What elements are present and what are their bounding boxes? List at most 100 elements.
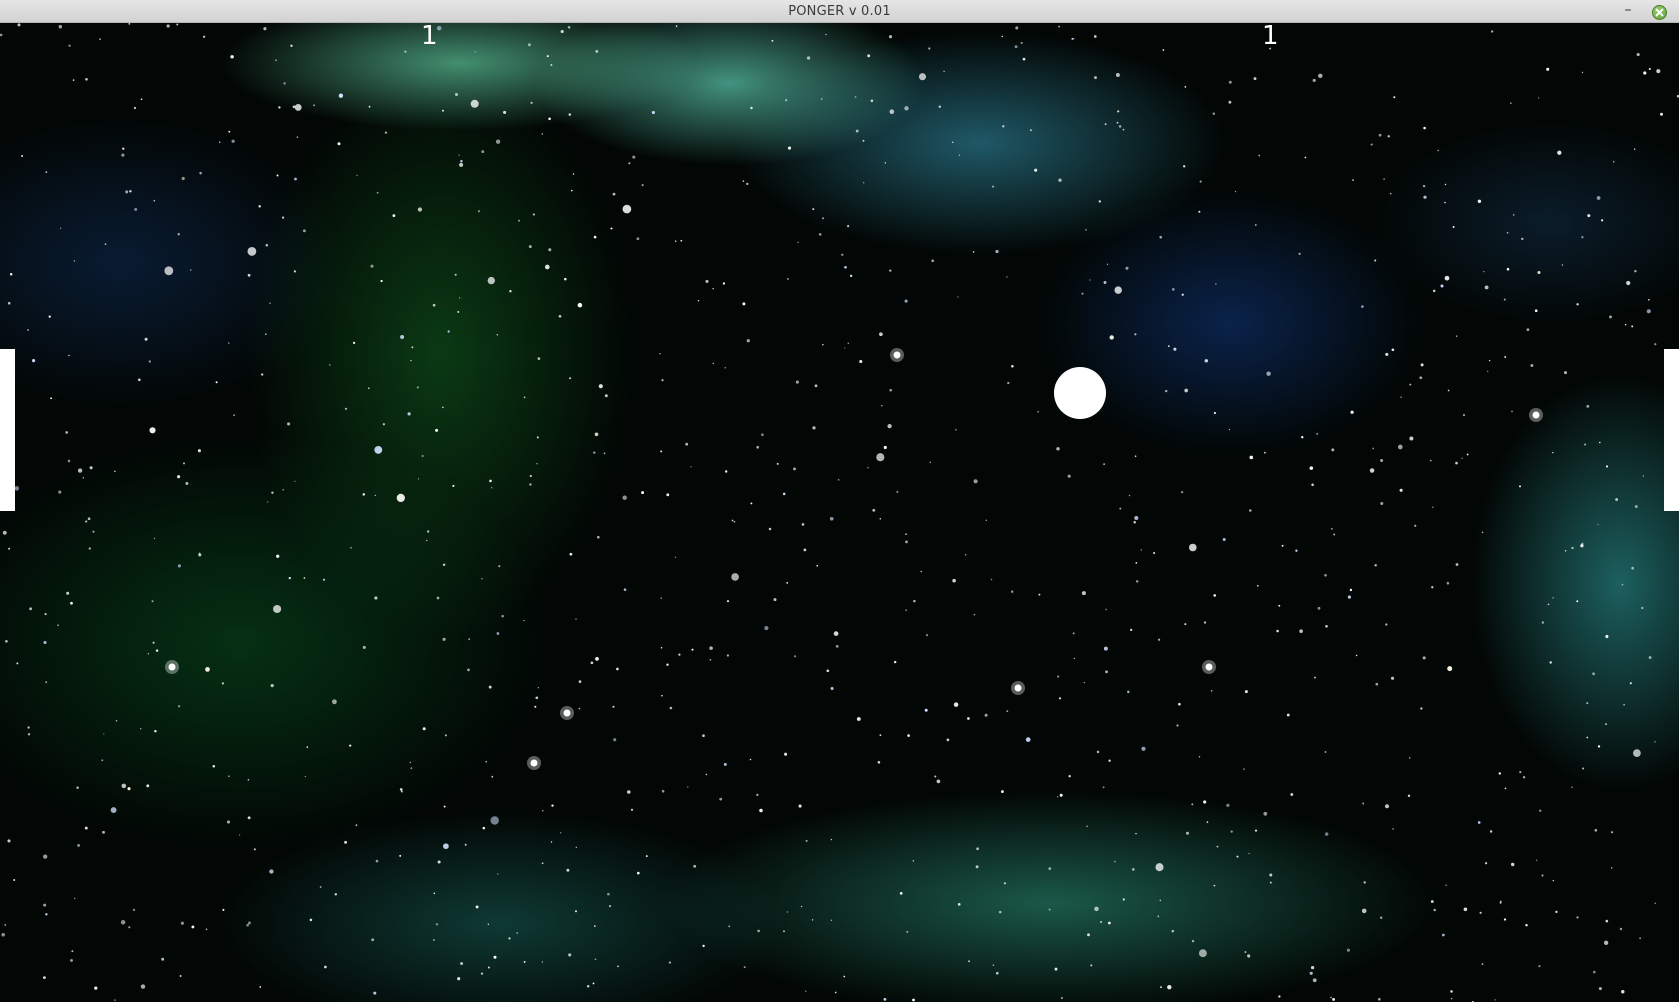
star [1109,335,1114,340]
star [1624,323,1627,326]
star [265,333,267,335]
star [27,329,29,331]
star [1006,276,1008,278]
star [482,826,486,830]
star [856,717,861,721]
close-button[interactable] [1652,5,1667,20]
star [495,139,501,144]
star [1103,646,1108,651]
star [1301,436,1304,439]
star [503,110,507,114]
star [1494,999,1496,1001]
star [728,925,731,928]
star [835,645,839,648]
star [435,428,439,432]
star [303,577,306,579]
star [992,185,995,188]
star [1423,195,1427,199]
star [276,554,280,558]
star [881,404,883,407]
star [1549,661,1552,664]
star [862,139,865,142]
glow-star-core [168,663,176,671]
star [1510,102,1512,104]
star [1160,986,1162,988]
star [1249,455,1254,460]
star [596,535,600,539]
star [1072,632,1075,635]
star [1215,283,1217,285]
star [1247,954,1251,958]
star [433,939,435,941]
star [1369,468,1375,473]
star [1153,551,1156,555]
star [1122,898,1125,901]
star [1015,26,1019,30]
star [1654,902,1656,904]
star [992,964,995,966]
star [877,761,881,764]
star [1188,543,1197,552]
star [14,486,20,491]
star [516,932,518,934]
star [1621,583,1624,586]
game-canvas[interactable]: 1 1 [0,23,1679,1002]
star [375,859,379,863]
star [518,219,520,222]
star [1499,900,1502,903]
star [742,302,746,306]
star [843,975,846,978]
star [612,705,615,708]
star [1117,110,1120,113]
star [641,184,644,187]
paddle-left [0,349,15,511]
star [1481,963,1484,965]
title-bar[interactable]: PONGER v 0.01 – [0,0,1679,23]
star [199,171,202,175]
star [384,131,388,134]
star [103,733,105,735]
star [645,855,648,858]
star [269,302,271,304]
star [70,601,73,605]
star [1058,25,1061,28]
star [1222,538,1226,541]
minimize-button[interactable]: – [1619,2,1637,20]
star [1085,229,1087,231]
star [497,873,499,875]
star [1383,178,1385,180]
star [319,886,322,888]
star [1538,809,1542,812]
star [129,190,132,193]
star [1408,757,1411,759]
star [773,598,777,602]
star [1633,749,1641,757]
star [1135,832,1137,835]
star [1601,219,1604,222]
star [1,933,5,937]
star [567,25,571,29]
star [674,240,677,242]
star [1512,214,1515,216]
star [936,779,941,784]
star [489,479,492,483]
star [1456,335,1458,337]
star [1206,821,1209,823]
star [905,609,907,611]
star [957,296,959,298]
star [888,35,893,39]
star [1135,562,1138,564]
star [1295,549,1298,552]
star [1104,123,1107,126]
star [281,216,285,219]
star [1481,531,1484,534]
star [508,937,511,940]
star [177,564,181,568]
star [598,384,603,389]
star [114,999,116,1001]
star [1158,638,1161,641]
star [1122,128,1125,131]
star [1646,309,1651,314]
star [964,553,967,556]
star [661,694,663,697]
